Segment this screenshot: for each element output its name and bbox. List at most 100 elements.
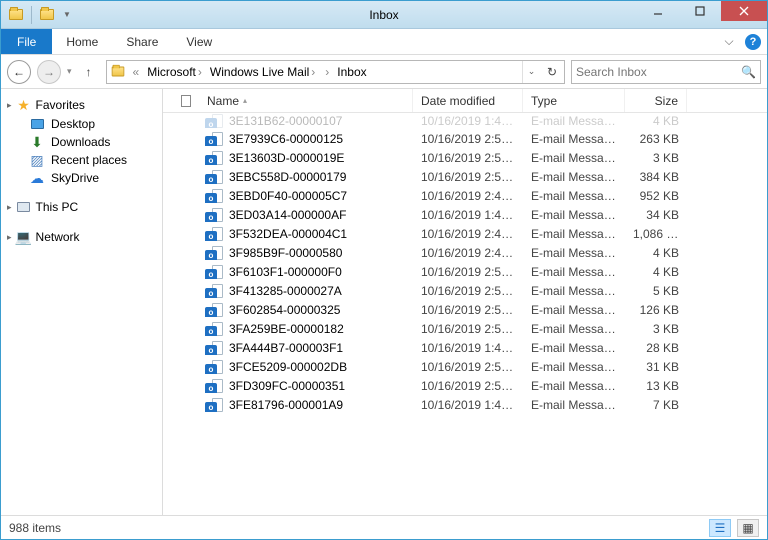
file-row[interactable]: o3F985B9F-0000058010/16/2019 2:42 PME-ma… [163, 243, 752, 262]
icons-view-button[interactable]: ▦ [737, 519, 759, 537]
file-type: E-mail Message [523, 265, 625, 279]
breadcrumb-label: Inbox [337, 65, 366, 79]
nav-label: Downloads [51, 135, 110, 149]
file-row[interactable]: o3F532DEA-000004C110/16/2019 2:44 PME-ma… [163, 224, 752, 243]
refresh-button[interactable]: ↻ [540, 61, 564, 83]
nav-label: Desktop [51, 117, 95, 131]
nav-network[interactable]: ▸ 💻 Network [1, 227, 162, 247]
file-row[interactable]: o3FA444B7-000003F110/16/2019 1:41 PME-ma… [163, 338, 752, 357]
column-date[interactable]: Date modified [413, 89, 523, 112]
file-name-cell: o3E131B62-00000107 [199, 114, 413, 128]
nav-favorites-header[interactable]: ▸ ★ Favorites [1, 95, 162, 115]
history-dropdown-icon[interactable]: ▾ [67, 66, 72, 77]
file-name: 3FD309FC-00000351 [229, 379, 345, 393]
file-row[interactable]: o3F413285-0000027A10/16/2019 2:53 PME-ma… [163, 281, 752, 300]
file-name-cell: o3EBD0F40-000005C7 [199, 189, 413, 203]
column-type[interactable]: Type [523, 89, 625, 112]
maximize-button[interactable] [679, 1, 721, 21]
details-view-button[interactable]: ☰ [709, 519, 731, 537]
nav-desktop[interactable]: Desktop [1, 115, 162, 133]
nav-label: SkyDrive [51, 171, 99, 185]
nav-skydrive[interactable]: ☁SkyDrive [1, 169, 162, 187]
nav-this-pc[interactable]: ▸ This PC [1, 197, 162, 217]
back-button[interactable]: ← [7, 60, 31, 84]
column-size[interactable]: Size [625, 89, 687, 112]
file-row[interactable]: o3E7939C6-0000012510/16/2019 2:53 PME-ma… [163, 129, 752, 148]
breadcrumb-seg[interactable]: Inbox [333, 65, 370, 79]
file-row[interactable]: o3FD309FC-0000035110/16/2019 2:52 PME-ma… [163, 376, 752, 395]
nav-downloads[interactable]: ⬇Downloads [1, 133, 162, 151]
breadcrumb-chevron-icon[interactable]: « [129, 65, 144, 79]
file-size: 5 KB [625, 284, 687, 298]
file-name: 3E13603D-0000019E [229, 151, 344, 165]
properties-icon[interactable] [5, 4, 27, 26]
address-root-icon[interactable] [107, 66, 129, 77]
file-tab[interactable]: File [1, 29, 52, 54]
file-name: 3EBD0F40-000005C7 [229, 189, 347, 203]
breadcrumb-seg[interactable]: › [319, 65, 333, 79]
file-row[interactable]: o3FCE5209-000002DB10/16/2019 2:52 PME-ma… [163, 357, 752, 376]
window-controls [637, 1, 767, 28]
nav-label: Favorites [36, 98, 85, 112]
file-row[interactable]: o3EBC558D-0000017910/16/2019 2:53 PME-ma… [163, 167, 752, 186]
file-size: 7 KB [625, 398, 687, 412]
file-type: E-mail Message [523, 341, 625, 355]
file-rows[interactable]: o3E131B62-0000010710/16/2019 1:40 PME-ma… [163, 113, 767, 515]
breadcrumb-seg[interactable]: Windows Live Mail› [206, 65, 319, 79]
status-bar: 988 items ☰ ▦ [1, 515, 767, 539]
file-size: 384 KB [625, 170, 687, 184]
new-folder-icon[interactable] [36, 4, 58, 26]
minimize-button[interactable] [637, 1, 679, 21]
file-name: 3EBC558D-00000179 [229, 170, 346, 184]
recent-icon: ▨ [29, 152, 45, 168]
nav-recent[interactable]: ▨Recent places [1, 151, 162, 169]
file-row[interactable]: o3F6103F1-000000F010/16/2019 2:53 PME-ma… [163, 262, 752, 281]
file-name-cell: o3ED03A14-000000AF [199, 208, 413, 222]
email-file-icon: o [207, 227, 223, 241]
forward-button[interactable]: → [37, 60, 61, 84]
titlebar: ▼ Inbox [1, 1, 767, 29]
file-date: 10/16/2019 2:53 PM [413, 132, 523, 146]
file-row[interactable]: o3EBD0F40-000005C710/16/2019 2:41 PME-ma… [163, 186, 752, 205]
file-date: 10/16/2019 2:52 PM [413, 303, 523, 317]
home-tab[interactable]: Home [52, 29, 112, 54]
file-name: 3F602854-00000325 [229, 303, 340, 317]
file-row[interactable]: o3F602854-0000032510/16/2019 2:52 PME-ma… [163, 300, 752, 319]
file-date: 10/16/2019 1:40 PM [413, 208, 523, 222]
qat-dropdown-icon[interactable]: ▼ [60, 4, 74, 26]
view-tab[interactable]: View [172, 29, 226, 54]
up-button[interactable]: ↑ [78, 61, 100, 83]
file-date: 10/16/2019 1:40 PM [413, 398, 523, 412]
breadcrumb-seg[interactable]: Microsoft› [143, 65, 206, 79]
email-file-icon: o [207, 398, 223, 412]
file-row[interactable]: o3E131B62-0000010710/16/2019 1:40 PME-ma… [163, 113, 752, 129]
share-tab[interactable]: Share [112, 29, 172, 54]
column-checkbox[interactable] [173, 89, 199, 112]
file-row[interactable]: o3FA259BE-0000018210/16/2019 2:53 PME-ma… [163, 319, 752, 338]
file-type: E-mail Message [523, 379, 625, 393]
search-input[interactable] [576, 65, 741, 79]
close-button[interactable] [721, 1, 767, 21]
sort-icon: ▴ [243, 96, 247, 105]
file-size: 4 KB [625, 265, 687, 279]
address-dropdown-icon[interactable]: ⌄ [522, 61, 540, 83]
expand-ribbon-icon[interactable]: ⌵ [717, 30, 741, 54]
file-type: E-mail Message [523, 322, 625, 336]
file-type: E-mail Message [523, 189, 625, 203]
column-name[interactable]: Name▴ [199, 89, 413, 112]
email-file-icon: o [207, 170, 223, 184]
file-row[interactable]: o3ED03A14-000000AF10/16/2019 1:40 PME-ma… [163, 205, 752, 224]
collapse-icon: ▸ [7, 232, 12, 243]
address-bar[interactable]: « Microsoft› Windows Live Mail› › Inbox … [106, 60, 565, 84]
file-row[interactable]: o3E13603D-0000019E10/16/2019 2:53 PME-ma… [163, 148, 752, 167]
email-file-icon: o [207, 208, 223, 222]
file-date: 10/16/2019 2:53 PM [413, 322, 523, 336]
help-icon[interactable]: ? [745, 34, 761, 50]
body: ▸ ★ Favorites Desktop ⬇Downloads ▨Recent… [1, 89, 767, 515]
file-name-cell: o3E13603D-0000019E [199, 151, 413, 165]
nav-label: Network [36, 230, 80, 244]
file-type: E-mail Message [523, 303, 625, 317]
search-box[interactable]: 🔍 [571, 60, 761, 84]
file-size: 126 KB [625, 303, 687, 317]
file-row[interactable]: o3FE81796-000001A910/16/2019 1:40 PME-ma… [163, 395, 752, 414]
